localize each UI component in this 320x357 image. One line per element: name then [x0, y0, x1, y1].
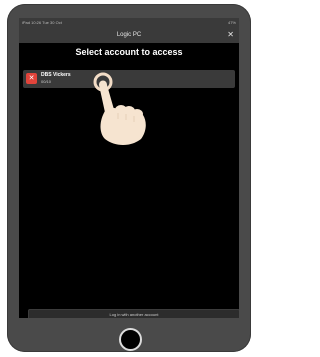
- close-icon[interactable]: ✕: [227, 27, 234, 43]
- account-subtitle: 00/10: [41, 79, 52, 84]
- login-another-account-button[interactable]: Log in with another account: [28, 309, 239, 318]
- app-title: Logic PC: [116, 32, 142, 38]
- home-button-icon[interactable]: [119, 328, 142, 351]
- pointing-hand-icon: [93, 72, 146, 145]
- account-error-icon: ✕: [26, 73, 37, 84]
- tablet-frame: iPad 10:26 Tue 30 Oct 47% Logic PC ✕ Sel…: [7, 4, 251, 352]
- page-title: Select account to access: [75, 47, 183, 57]
- status-time: iPad 10:26 Tue 30 Oct: [22, 20, 62, 25]
- status-battery: 47%: [227, 20, 236, 25]
- title-bar: Logic PC ✕: [19, 27, 239, 43]
- status-bar: iPad 10:26 Tue 30 Oct 47%: [19, 18, 239, 27]
- screen: iPad 10:26 Tue 30 Oct 47% Logic PC ✕ Sel…: [19, 18, 239, 318]
- account-name: DBS Vickers: [41, 72, 71, 78]
